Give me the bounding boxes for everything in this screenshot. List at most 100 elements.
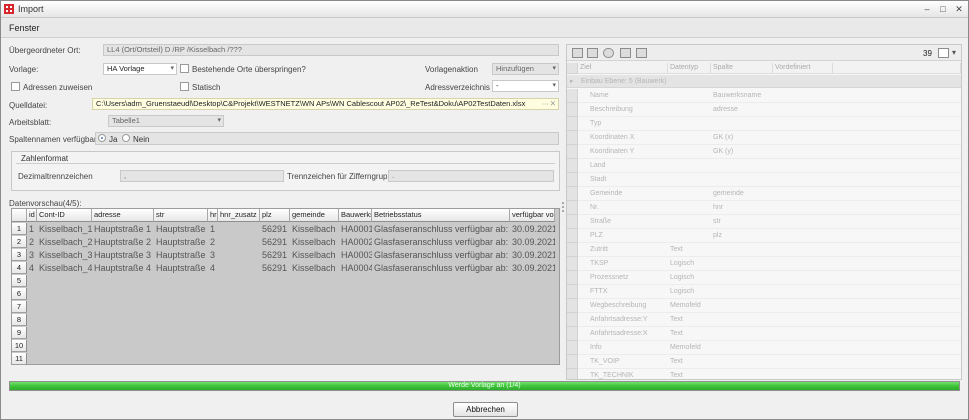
table-cell[interactable]: Kisselbach (290, 223, 339, 235)
table-cell[interactable]: 4 (27, 262, 37, 274)
table-cell[interactable]: 30.09.2021 (510, 236, 555, 248)
clear-icon[interactable]: ✕ (550, 99, 556, 109)
save-icon[interactable] (572, 48, 583, 58)
table-cell[interactable] (218, 236, 260, 248)
table-cell[interactable]: Hauptstraße 4 (92, 262, 154, 274)
table-cell[interactable]: 3 (27, 249, 37, 261)
column-header[interactable]: Cont-ID (37, 209, 92, 222)
row-selector[interactable] (567, 89, 578, 103)
mapping-row[interactable]: Info Memofeld (578, 341, 961, 355)
table-cell[interactable]: HA0002 (339, 236, 372, 248)
mapping-row[interactable]: Koordinaten Y GK (y) (578, 145, 961, 159)
worksheet-select[interactable]: Tabelle1 ▾ (108, 115, 224, 127)
column-header[interactable]: adresse (92, 209, 154, 222)
row-number[interactable]: 11 (12, 353, 27, 364)
mapping-column-header[interactable]: Ziel (578, 63, 668, 74)
row-selector[interactable] (567, 229, 578, 243)
mapping-row[interactable]: Anfahrtsadresse:X Text (578, 327, 961, 341)
table-cell[interactable]: Kisselbach_3 (37, 249, 92, 261)
column-header[interactable]: plz (260, 209, 290, 222)
row-selector[interactable] (567, 131, 578, 145)
table-cell[interactable]: 30.09.2021 (510, 223, 555, 235)
row-number[interactable]: 1 (12, 223, 27, 235)
column-header[interactable]: str (154, 209, 208, 222)
row-selector[interactable] (567, 173, 578, 187)
row-selector[interactable] (567, 201, 578, 215)
expand-icon[interactable]: ▸ (570, 75, 574, 88)
row-number[interactable]: 9 (12, 327, 27, 339)
column-header[interactable]: verfügbar von (510, 209, 555, 222)
table-cell[interactable] (218, 249, 260, 261)
menu-fenster[interactable]: Fenster (9, 23, 40, 33)
print-icon[interactable] (587, 48, 598, 58)
mapping-row[interactable]: Typ (578, 117, 961, 131)
row-selector[interactable] (567, 285, 578, 299)
table-cell[interactable] (218, 262, 260, 274)
chevron-down-icon[interactable]: ▾ (952, 48, 956, 57)
table-cell[interactable]: Kisselbach_4 (37, 262, 92, 274)
table-cell[interactable]: 2 (208, 236, 218, 248)
mapping-row[interactable]: Nr. hnr (578, 201, 961, 215)
template-action-select[interactable]: Hinzufügen ▾ (492, 63, 559, 75)
mapping-row[interactable]: TK_VOIP Text (578, 355, 961, 369)
template-select[interactable]: HA Vorlage ▾ (103, 63, 177, 75)
row-selector[interactable] (567, 369, 578, 379)
mapping-column-header[interactable]: Spalte (711, 63, 773, 74)
table-cell[interactable]: 4 (208, 262, 218, 274)
table-cell[interactable]: HA0003 (339, 249, 372, 261)
table-cell[interactable]: Hauptstraße (154, 262, 208, 274)
mapping-column-header[interactable]: Datentyp (668, 63, 711, 74)
source-file-field[interactable]: C:\Users\adm_Gruenstaeudl\Desktop\C&Proj… (92, 98, 559, 110)
row-number[interactable]: 3 (12, 249, 27, 261)
table-cell[interactable]: 56291 (260, 262, 290, 274)
row-number[interactable]: 6 (12, 288, 27, 300)
row-selector[interactable] (567, 327, 578, 341)
table-cell[interactable]: 3 (208, 249, 218, 261)
row-number[interactable]: 5 (12, 275, 27, 287)
list-icon[interactable] (620, 48, 631, 58)
table-cell[interactable]: 56291 (260, 223, 290, 235)
static-checkbox[interactable] (180, 82, 189, 91)
mapping-row[interactable]: Wegbeschreibung Memofeld (578, 299, 961, 313)
table-cell[interactable]: Kisselbach_1 (37, 223, 92, 235)
row-selector[interactable] (567, 355, 578, 369)
mapping-row[interactable]: FTTX Logisch (578, 285, 961, 299)
row-selector[interactable] (567, 257, 578, 271)
column-header[interactable]: gemeinde (290, 209, 339, 222)
mapping-row[interactable]: Stadt (578, 173, 961, 187)
table-cell[interactable]: Kisselbach (290, 262, 339, 274)
table-cell[interactable]: 30.09.2021 (510, 249, 555, 261)
table-cell[interactable] (218, 223, 260, 235)
row-selector[interactable] (567, 187, 578, 201)
table-cell[interactable]: Hauptstraße 3 (92, 249, 154, 261)
address-dir-select[interactable]: - ▾ (492, 80, 559, 92)
mapping-grid[interactable]: Ziel Datentyp Spalte Vordefiniert ▸ Einbau Eb… (567, 63, 961, 379)
mapping-row[interactable]: Gemeinde gemeinde (578, 187, 961, 201)
mapping-row[interactable]: TKSP Logisch (578, 257, 961, 271)
table-cell[interactable]: 56291 (260, 236, 290, 248)
assign-addresses-checkbox[interactable] (11, 82, 20, 91)
mapping-row[interactable]: Beschreibung adresse (578, 103, 961, 117)
table-cell[interactable]: 1 (27, 223, 37, 235)
table-cell[interactable]: 56291 (260, 249, 290, 261)
mapping-row[interactable]: PLZ plz (578, 229, 961, 243)
row-number[interactable]: 10 (12, 340, 27, 352)
row-selector[interactable] (567, 243, 578, 257)
table-cell[interactable]: Glasfaseranschluss verfügbar ab: (372, 236, 510, 248)
minimize-icon[interactable]: – (921, 3, 933, 15)
table-cell[interactable]: 2 (27, 236, 37, 248)
table-cell[interactable]: Kisselbach (290, 249, 339, 261)
row-selector[interactable] (567, 117, 578, 131)
column-header[interactable]: hr (208, 209, 218, 222)
table-cell[interactable]: HA0001 (339, 223, 372, 235)
mapping-row[interactable]: Anfahrtsadresse:Y Text (578, 313, 961, 327)
mapping-row[interactable]: Straße str (578, 215, 961, 229)
row-selector[interactable] (567, 341, 578, 355)
table-cell[interactable]: Glasfaseranschluss verfügbar ab: (372, 262, 510, 274)
column-header[interactable]: hnr_zusatz (218, 209, 260, 222)
thousand-separator-field[interactable]: . (388, 170, 554, 182)
mapping-row[interactable]: Zutritt Text (578, 243, 961, 257)
row-selector[interactable] (567, 313, 578, 327)
row-selector[interactable] (567, 145, 578, 159)
table-cell[interactable]: Kisselbach (290, 236, 339, 248)
